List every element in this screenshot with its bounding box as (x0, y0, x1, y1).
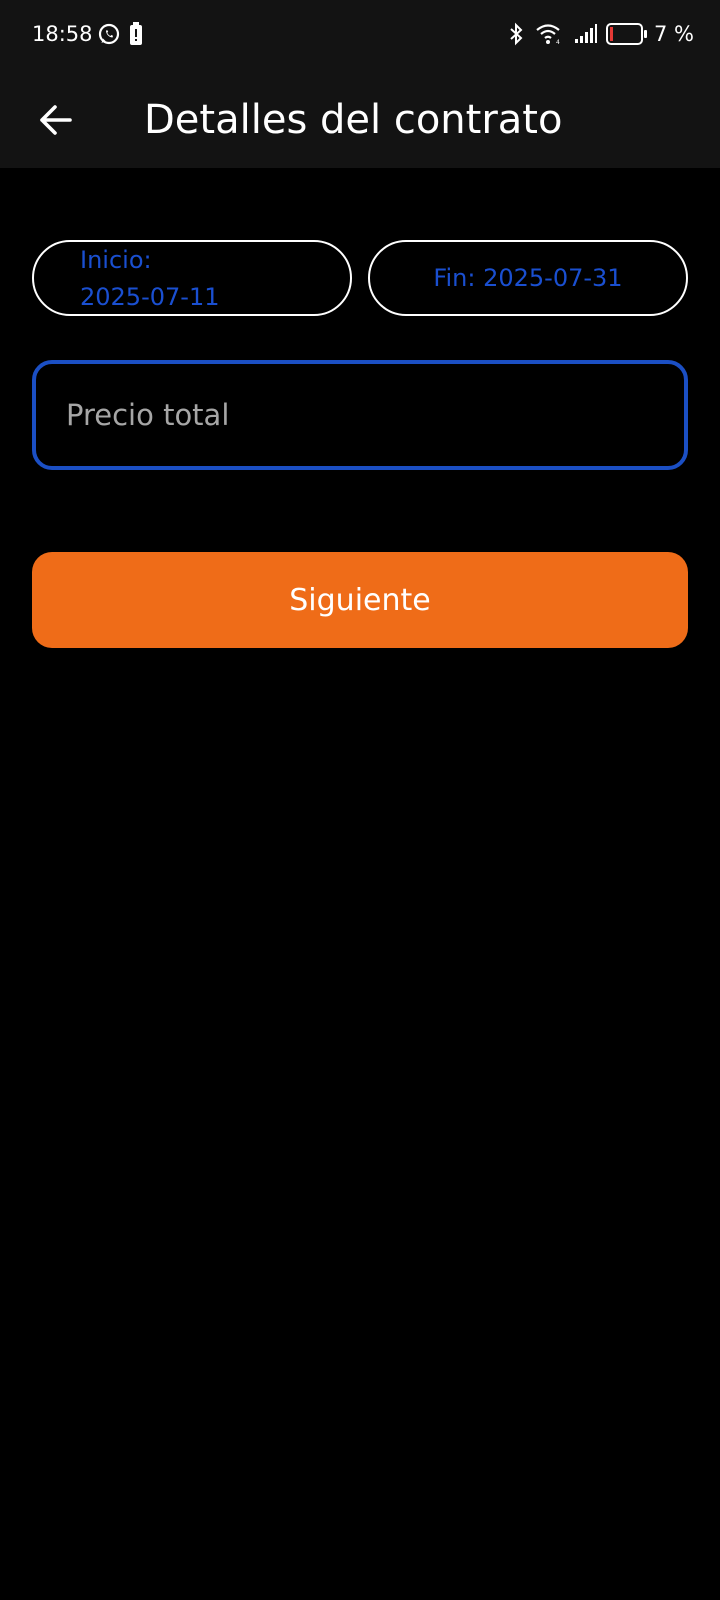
status-bar: 18:58 4 7 % (0, 0, 720, 68)
start-date-value: 2025-07-11 (80, 283, 220, 311)
next-button[interactable]: Siguiente (32, 552, 688, 648)
total-price-field[interactable]: Precio total (32, 360, 688, 470)
bluetooth-icon (510, 22, 523, 46)
app-bar: Detalles del contrato (0, 68, 720, 168)
start-date-button[interactable]: Inicio: 2025-07-11 (32, 240, 352, 316)
battery-icon (606, 23, 647, 45)
end-date-text: Fin: 2025-07-31 (433, 264, 623, 292)
arrow-left-icon (40, 105, 72, 135)
start-date-label: Inicio: (80, 246, 152, 274)
whatsapp-icon (98, 23, 120, 45)
svg-text:4: 4 (556, 39, 560, 46)
page-title: Detalles del contrato (144, 97, 563, 143)
total-price-placeholder: Precio total (66, 398, 230, 432)
end-date-button[interactable]: Fin: 2025-07-31 (368, 240, 688, 316)
status-time: 18:58 (32, 22, 93, 46)
battery-alert-icon (130, 22, 142, 45)
wifi-icon: 4 (536, 24, 560, 46)
back-button[interactable] (20, 84, 92, 156)
signal-icon (575, 24, 597, 43)
battery-percent: 7 % (654, 22, 694, 46)
